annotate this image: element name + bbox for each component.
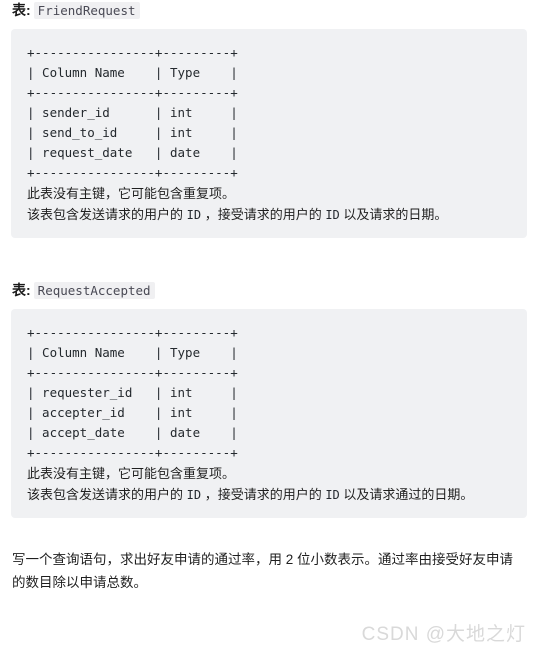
problem-statement: 写一个查询语句，求出好友申请的通过率，用 2 位小数表示。通过率由接受好友申请的…	[12, 552, 514, 590]
note-text-c: 以及请求通过的日期。	[339, 487, 474, 502]
section-header-friendrequest: 表: FriendRequest	[0, 0, 538, 21]
note-code-id-2: ID	[325, 208, 340, 222]
csdn-watermark: CSDN @大地之灯	[361, 624, 526, 645]
table-name-chip: RequestAccepted	[33, 282, 155, 299]
section-spacer-1	[0, 238, 538, 280]
note-text-b: ，接受请求的用户的	[201, 487, 326, 502]
note-text-a: 该表包含发送请求的用户的	[27, 207, 187, 222]
table-note-line1-requestaccepted: 此表没有主键，它可能包含重复项。	[27, 466, 236, 481]
section-header-requestaccepted: 表: RequestAccepted	[0, 280, 538, 301]
note-code-id-1: ID	[186, 208, 202, 222]
table-name-chip: FriendRequest	[33, 2, 140, 19]
note-text-c: 以及请求的日期。	[339, 207, 448, 222]
code-block-requestaccepted: +----------------+---------+ | Column Na…	[11, 309, 527, 518]
section-spacer-2	[0, 518, 538, 548]
ascii-table-requestaccepted: +----------------+---------+ | Column Na…	[27, 325, 238, 460]
document-page: 表: FriendRequest +----------------+------…	[0, 0, 538, 672]
note-text-b: ，接受请求的用户的	[201, 207, 326, 222]
code-block-friendrequest: +----------------+---------+ | Column Na…	[11, 29, 527, 238]
section-label: 表:	[12, 282, 31, 298]
section-label: 表:	[12, 2, 31, 18]
table-note-line2-friendrequest: 该表包含发送请求的用户的 ID ，接受请求的用户的 ID 以及请求的日期。	[27, 204, 511, 226]
note-text-a: 该表包含发送请求的用户的	[27, 487, 187, 502]
table-note-line1-friendrequest: 此表没有主键，它可能包含重复项。	[27, 186, 236, 201]
table-note-line2-requestaccepted: 该表包含发送请求的用户的 ID ，接受请求的用户的 ID 以及请求通过的日期。	[27, 484, 511, 506]
ascii-table-friendrequest: +----------------+---------+ | Column Na…	[27, 45, 238, 180]
note-code-id-2: ID	[325, 488, 340, 502]
note-code-id-1: ID	[186, 488, 202, 502]
